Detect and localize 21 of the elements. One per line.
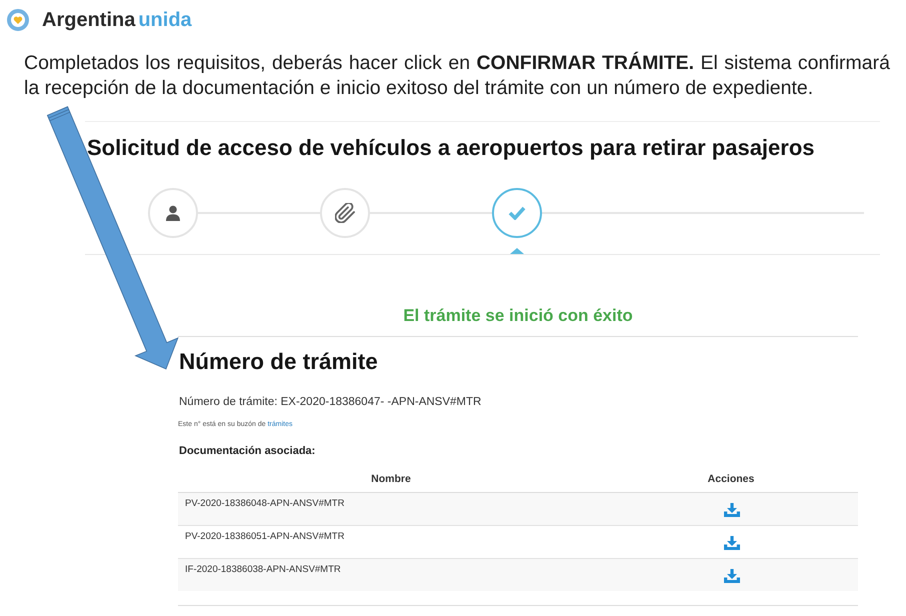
section-heading: Número de trámite [179,348,379,376]
download-icon[interactable] [724,569,740,583]
person-icon [165,205,181,221]
document-name: IF-2020-18386038-APN-ANSV#MTR [184,563,342,577]
check-icon [508,206,526,220]
column-header: Acciones [706,472,756,487]
download-icon[interactable] [724,503,740,517]
heart-ring-icon [7,9,29,31]
step-pointer-icon [510,248,524,254]
document-name: PV-2020-18386051-APN-ANSV#MTR [184,530,346,544]
procedure-number: Número de trámite: EX-2020-18386047- -APN-ANSV#MTR [179,395,482,410]
document-name: PV-2020-18386048-APN-ANSV#MTR [184,497,346,511]
column-header: Nombre [370,472,412,487]
success-message: El trámite se inició con éxito [403,306,633,325]
brand-name: Argentina [42,9,136,31]
paperclip-icon [335,203,355,223]
documents-title: Documentación asociada: [179,444,316,458]
brand-accent: unida [138,9,192,31]
form-title: Solicitud de acceso de vehículos a aeropuertos para retirar pasajeros [86,134,816,162]
instructions-paragraph: Completados los requisitos, deberás hacer click en CONFIRMAR TRÁMITE. El sistema confirmará la recepción de la documentación e inicio exitoso del trámite con un número de expediente. [24,51,890,101]
download-icon[interactable] [724,536,740,550]
